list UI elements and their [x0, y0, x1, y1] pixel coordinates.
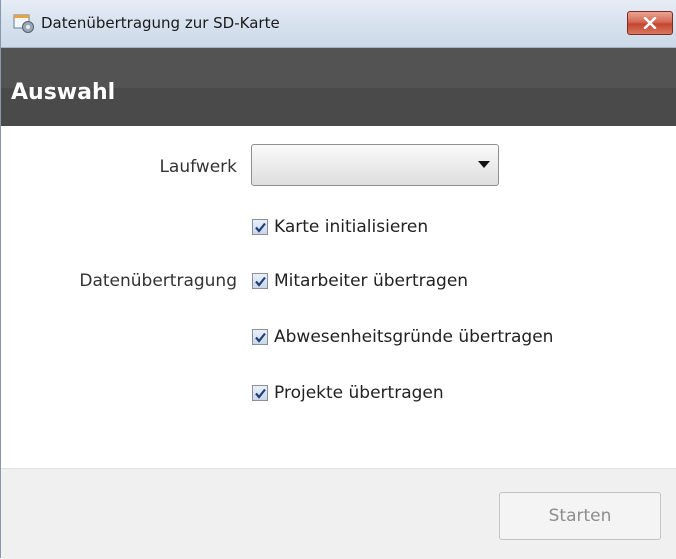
transfer-label: Datenübertragung	[79, 271, 237, 291]
start-button[interactable]: Starten	[499, 492, 661, 540]
checkbox-transfer-employees[interactable]	[252, 273, 268, 289]
close-button[interactable]	[627, 11, 673, 35]
app-icon	[13, 14, 35, 34]
section-title: Auswahl	[11, 80, 116, 105]
checkbox-transfer-projects[interactable]	[252, 385, 268, 401]
checkbox-transfer-absence-reasons[interactable]	[252, 329, 268, 345]
option-label: Abwesenheitsgründe übertragen	[274, 327, 554, 347]
close-icon	[643, 14, 657, 33]
checkmark-icon	[255, 276, 266, 287]
checkmark-icon	[255, 388, 266, 399]
option-label: Karte initialisieren	[274, 217, 429, 237]
checkmark-icon	[255, 222, 266, 233]
option-init-card[interactable]: Karte initialisieren	[252, 216, 428, 238]
option-label: Projekte übertragen	[274, 383, 444, 403]
option-transfer-absence-reasons[interactable]: Abwesenheitsgründe übertragen	[252, 326, 553, 348]
window-title: Datenübertragung zur SD-Karte	[41, 14, 280, 32]
drive-label: Laufwerk	[159, 157, 237, 177]
option-transfer-employees[interactable]: Mitarbeiter übertragen	[252, 270, 468, 292]
checkmark-icon	[255, 332, 266, 343]
chevron-down-icon[interactable]	[478, 161, 490, 168]
option-label: Mitarbeiter übertragen	[274, 271, 469, 291]
checkbox-init-card[interactable]	[252, 219, 268, 235]
drive-select[interactable]	[251, 144, 499, 186]
dialog-window: Datenübertragung zur SD-Karte Auswahl La…	[0, 0, 676, 559]
title-bar[interactable]: Datenübertragung zur SD-Karte	[1, 0, 676, 48]
option-transfer-projects[interactable]: Projekte übertragen	[252, 382, 444, 404]
